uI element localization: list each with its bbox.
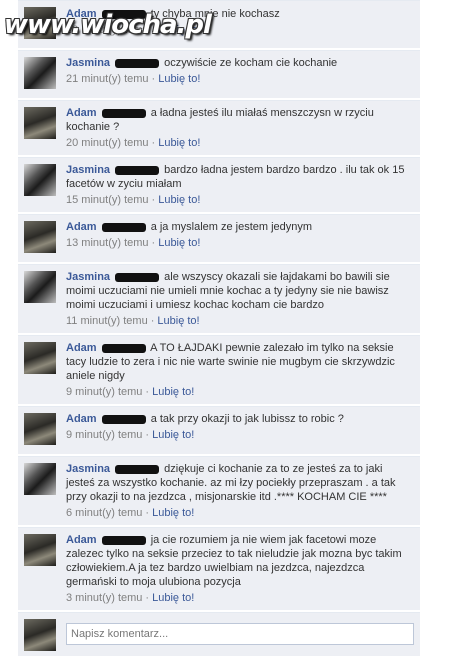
comment-body: Jasmina bardzo ładna jestem bardzo bardz…	[66, 163, 414, 191]
comment-author[interactable]: Jasmina	[66, 57, 110, 69]
avatar[interactable]	[24, 221, 56, 253]
redacted-surname	[101, 535, 146, 545]
redacted-surname	[101, 414, 146, 424]
redacted-surname	[115, 58, 160, 68]
comment-author[interactable]: Adam	[66, 534, 97, 546]
comment-meta: 20 minut(y) temu · Lubię to!	[66, 137, 201, 149]
comment-item: Adam a ja myslalem ze jestem jedynym 13 …	[18, 214, 420, 262]
like-link[interactable]: Lubię to!	[152, 429, 194, 441]
comment-compose	[18, 612, 420, 656]
comment-time[interactable]: 3 minut(y) temu	[66, 592, 142, 604]
avatar[interactable]	[24, 271, 56, 303]
comment-body: Adam a ja myslalem ze jestem jedynym	[66, 220, 414, 234]
comment-item: Adam ja cie rozumiem ja nie wiem jak fac…	[18, 527, 420, 610]
comment-body: Adam ty chyba mnie nie kochasz	[66, 7, 414, 21]
comment-item: Jasmina oczywiście ze kocham cie kochani…	[18, 50, 420, 98]
like-link[interactable]: Lubię to!	[158, 24, 200, 36]
avatar[interactable]	[24, 463, 56, 495]
comment-feed: Adam ty chyba mnie nie kochasz 23 minut(…	[18, 0, 420, 656]
comment-meta: 15 minut(y) temu · Lubię to!	[66, 194, 201, 206]
comment-item: Adam a tak przy okazji to jak lubissz to…	[18, 406, 420, 454]
comment-author[interactable]: Jasmina	[66, 271, 110, 283]
like-link[interactable]: Lubię to!	[157, 315, 199, 327]
comment-item: Jasmina dziękuje ci kochanie za to ze je…	[18, 456, 420, 525]
comment-meta: 9 minut(y) temu · Lubię to!	[66, 386, 195, 398]
comment-meta: 3 minut(y) temu · Lubię to!	[66, 592, 195, 604]
comment-meta: 23 minut(y) temu · Lubię to!	[66, 24, 201, 36]
comment-text: oczywiście ze kocham cie kochanie	[164, 57, 338, 69]
comment-time[interactable]: 15 minut(y) temu	[66, 194, 149, 206]
comment-author[interactable]: Adam	[66, 413, 97, 425]
comment-body: Adam a tak przy okazji to jak lubissz to…	[66, 412, 414, 426]
redacted-surname	[115, 464, 160, 474]
comment-author[interactable]: Jasmina	[66, 164, 110, 176]
comment-time[interactable]: 11 minut(y) temu	[66, 315, 148, 327]
comment-time[interactable]: 23 minut(y) temu	[66, 24, 149, 36]
avatar	[24, 619, 56, 651]
like-link[interactable]: Lubię to!	[158, 194, 200, 206]
comment-author[interactable]: Jasmina	[66, 463, 110, 475]
redacted-surname	[101, 108, 146, 118]
comment-item: Jasmina ale wszyscy okazali sie łajdakam…	[18, 264, 420, 333]
comment-body: Adam A TO ŁAJDAKI pewnie zalezało im tyl…	[66, 341, 414, 383]
comment-meta: 9 minut(y) temu · Lubię to!	[66, 429, 195, 441]
like-link[interactable]: Lubię to!	[152, 507, 194, 519]
redacted-surname	[101, 222, 146, 232]
comment-body: Jasmina oczywiście ze kocham cie kochani…	[66, 56, 414, 70]
comment-author[interactable]: Adam	[66, 342, 97, 354]
comment-meta: 13 minut(y) temu · Lubię to!	[66, 237, 201, 249]
comment-author[interactable]: Adam	[66, 8, 97, 20]
comment-time[interactable]: 20 minut(y) temu	[66, 137, 149, 149]
comment-item: Adam A TO ŁAJDAKI pewnie zalezało im tyl…	[18, 335, 420, 404]
comment-time[interactable]: 13 minut(y) temu	[66, 237, 149, 249]
avatar[interactable]	[24, 107, 56, 139]
comment-text: ty chyba mnie nie kochasz	[150, 8, 280, 20]
avatar[interactable]	[24, 164, 56, 196]
like-link[interactable]: Lubię to!	[158, 137, 200, 149]
avatar[interactable]	[24, 57, 56, 89]
comment-meta: 6 minut(y) temu · Lubię to!	[66, 507, 195, 519]
comment-item: Jasmina bardzo ładna jestem bardzo bardz…	[18, 157, 420, 212]
comment-time[interactable]: 9 minut(y) temu	[66, 429, 142, 441]
avatar[interactable]	[24, 534, 56, 566]
comment-input[interactable]	[66, 623, 414, 645]
redacted-surname	[101, 9, 146, 19]
comment-body: Adam ja cie rozumiem ja nie wiem jak fac…	[66, 533, 414, 589]
comment-author[interactable]: Adam	[66, 221, 97, 233]
comment-item: Adam ty chyba mnie nie kochasz 23 minut(…	[18, 0, 420, 48]
comment-text: a ja myslalem ze jestem jedynym	[150, 221, 313, 233]
avatar[interactable]	[24, 7, 56, 39]
redacted-surname	[115, 272, 160, 282]
comment-body: Jasmina dziękuje ci kochanie za to ze je…	[66, 462, 414, 504]
avatar[interactable]	[24, 342, 56, 374]
like-link[interactable]: Lubię to!	[152, 592, 194, 604]
comment-meta: 21 minut(y) temu · Lubię to!	[66, 73, 201, 85]
comment-body: Adam a ładna jesteś ilu miałaś menszczys…	[66, 106, 414, 134]
like-link[interactable]: Lubię to!	[158, 237, 200, 249]
comment-meta: 11 minut(y) temu · Lubię to!	[66, 315, 200, 327]
avatar[interactable]	[24, 413, 56, 445]
comment-item: Adam a ładna jesteś ilu miałaś menszczys…	[18, 100, 420, 155]
comment-time[interactable]: 9 minut(y) temu	[66, 386, 142, 398]
redacted-surname	[115, 165, 160, 175]
like-link[interactable]: Lubię to!	[158, 73, 200, 85]
redacted-surname	[101, 343, 146, 353]
comment-author[interactable]: Adam	[66, 107, 97, 119]
comment-text: a tak przy okazji to jak lubissz to robi…	[150, 413, 344, 425]
comment-time[interactable]: 6 minut(y) temu	[66, 507, 142, 519]
like-link[interactable]: Lubię to!	[152, 386, 194, 398]
comment-body: Jasmina ale wszyscy okazali sie łajdakam…	[66, 270, 414, 312]
comment-time[interactable]: 21 minut(y) temu	[66, 73, 149, 85]
